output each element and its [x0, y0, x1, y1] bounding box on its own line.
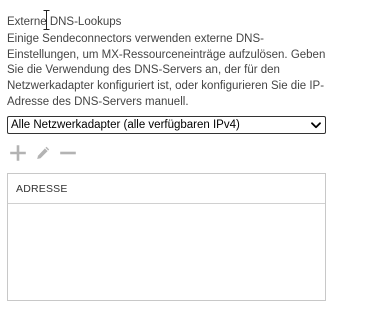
- network-adapter-select[interactable]: Alle Netzwerkadapter (alle verfügbaren I…: [7, 116, 326, 134]
- address-toolbar: [9, 144, 84, 162]
- address-list-body[interactable]: [8, 204, 325, 300]
- minus-icon: [59, 151, 76, 155]
- chevron-down-icon: [309, 118, 323, 132]
- dns-address-list[interactable]: ADRESSE: [7, 173, 326, 301]
- column-header-address[interactable]: ADRESSE: [8, 174, 325, 204]
- remove-address-button[interactable]: [59, 145, 76, 162]
- plus-icon: [9, 145, 26, 161]
- network-adapter-select-value: Alle Netzwerkadapter (alle verfügbaren I…: [11, 119, 240, 131]
- pencil-icon: [36, 146, 49, 159]
- description-text: Einige Sendeconnectors verwenden externe…: [7, 33, 326, 108]
- edit-address-button[interactable]: [34, 145, 51, 162]
- text-cursor-icon: [43, 10, 50, 30]
- section-title: Externe DNS-Lookups: [7, 16, 122, 28]
- add-address-button[interactable]: [9, 145, 26, 162]
